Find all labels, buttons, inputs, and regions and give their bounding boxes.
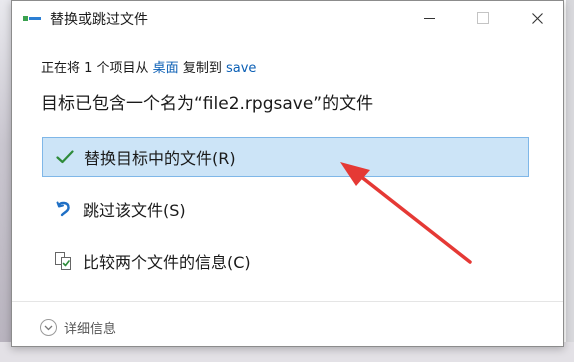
close-icon [531,12,543,24]
source-link[interactable]: 桌面 [153,61,179,76]
close-button[interactable] [514,1,560,35]
compare-files-icon [53,250,75,272]
title-bar[interactable]: 替换或跳过文件 [12,1,563,35]
chevron-down-icon [40,319,57,336]
skip-file-option[interactable]: 跳过该文件(S) [42,189,529,229]
checkmark-icon [54,146,76,168]
info-prefix: 正在将 1 个项目从 [41,61,153,76]
skip-file-label: 跳过该文件(S) [83,201,186,220]
background-right-edge [566,0,574,362]
info-middle: 复制到 [178,61,226,76]
copy-files-icon [23,16,41,21]
more-details-button[interactable]: 详细信息 [40,318,116,337]
conflict-heading: 目标已包含一个名为“file2.rpgsave”的文件 [41,94,374,114]
minimize-button[interactable] [406,1,452,35]
maximize-icon [477,12,489,24]
dialog-footer: 详细信息 [12,301,563,348]
minimize-icon [423,17,435,19]
more-details-label: 详细信息 [64,322,117,337]
copy-progress-text: 正在将 1 个项目从 桌面 复制到 save [41,57,256,76]
window-title: 替换或跳过文件 [50,12,148,28]
replace-file-option[interactable]: 替换目标中的文件(R) [42,137,529,177]
compare-files-label: 比较两个文件的信息(C) [83,253,251,272]
maximize-button[interactable] [460,1,506,35]
compare-files-option[interactable]: 比较两个文件的信息(C) [42,241,529,281]
destination-link[interactable]: save [226,61,256,76]
skip-arrow-icon [53,198,75,220]
replace-or-skip-dialog: 替换或跳过文件 正在将 1 个项目从 桌面 复制到 save 目标已包含一个名为… [11,0,564,347]
replace-file-label: 替换目标中的文件(R) [84,149,236,168]
